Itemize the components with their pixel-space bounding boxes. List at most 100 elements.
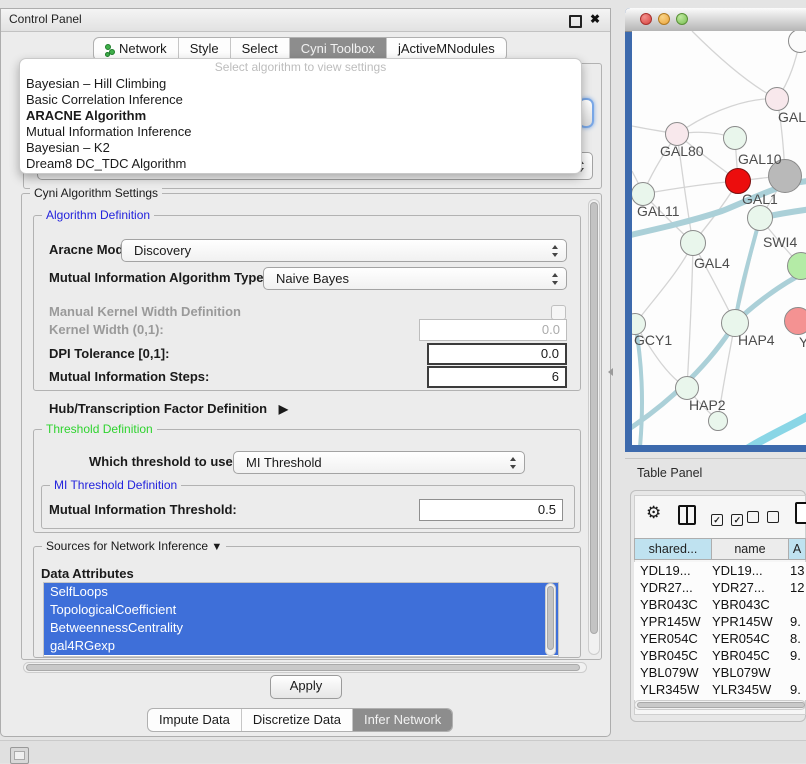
- which-threshold-value: MI Threshold: [246, 455, 322, 470]
- dpi-tolerance-field[interactable]: 0.0: [427, 343, 567, 365]
- combo-arrows-icon: [510, 457, 517, 469]
- tab-discretize-data[interactable]: Discretize Data: [242, 709, 353, 731]
- docked-panel-icon[interactable]: [10, 747, 29, 764]
- tab-label: Network: [119, 38, 167, 60]
- aracne-mode-combo[interactable]: Discovery: [121, 239, 567, 262]
- dropdown-item[interactable]: Bayesian – Hill Climbing: [20, 76, 581, 92]
- node-label: GAL: [778, 109, 806, 125]
- dropdown-item[interactable]: Bayesian – K2: [20, 140, 581, 156]
- tab-label: Infer Network: [364, 709, 441, 731]
- network-icon: [105, 44, 115, 55]
- tab-style[interactable]: Style: [179, 38, 231, 60]
- manual-kernel-checkbox[interactable]: [551, 305, 566, 320]
- checked-box-icon: ✓: [711, 514, 723, 526]
- which-threshold-label: Which threshold to use:: [89, 451, 237, 473]
- threshold-definition-title: Threshold Definition: [42, 422, 157, 436]
- mi-threshold-value: 0.5: [538, 502, 556, 517]
- combo-arrows-icon: [552, 245, 559, 257]
- settings-horizontal-scrollbar[interactable]: [23, 662, 587, 673]
- data-attributes-list[interactable]: SelfLoops TopologicalCoefficient Between…: [43, 582, 559, 657]
- select-all-checks-icon[interactable]: ✓ ✓: [711, 510, 743, 528]
- tab-label: Select: [242, 38, 278, 60]
- node-label: GAL80: [660, 143, 704, 159]
- settings-vertical-scrollbar[interactable]: [588, 199, 600, 655]
- list-item[interactable]: SelfLoops: [44, 583, 558, 601]
- node-label: SWI4: [763, 234, 797, 250]
- mi-type-combo[interactable]: Naive Bayes: [263, 267, 567, 290]
- zoom-traffic-light[interactable]: [676, 13, 688, 25]
- tab-label: Discretize Data: [253, 709, 341, 731]
- network-node[interactable]: [723, 126, 747, 150]
- dropdown-item[interactable]: Dream8 DC_TDC Algorithm: [20, 156, 581, 172]
- mi-type-value: Naive Bayes: [276, 271, 349, 286]
- table-rows[interactable]: YDL19...YDL19...13 YDR27...YDR27...12 YB…: [634, 562, 806, 700]
- network-node[interactable]: [680, 230, 706, 256]
- column-header-name[interactable]: name: [711, 538, 789, 560]
- column-header-shared[interactable]: shared...: [634, 538, 712, 560]
- tab-network[interactable]: Network: [94, 38, 179, 60]
- apply-button[interactable]: Apply: [270, 675, 342, 699]
- unchecked-box-icon: [747, 511, 759, 523]
- mi-type-label: Mutual Information Algorithm Type:: [49, 267, 268, 289]
- dropdown-item[interactable]: Mutual Information Inference: [20, 124, 581, 140]
- dropdown-placeholder: Select algorithm to view settings: [20, 59, 581, 76]
- list-item[interactable]: BetweennessCentrality: [44, 619, 558, 637]
- node-label: GAL1: [742, 191, 778, 207]
- hub-definition-toggle[interactable]: Hub/Transcription Factor Definition ▶: [49, 398, 288, 420]
- network-node[interactable]: [708, 411, 728, 431]
- gear-icon[interactable]: ⚙: [646, 503, 661, 523]
- network-node[interactable]: [765, 87, 789, 111]
- document-icon[interactable]: [795, 502, 806, 524]
- tab-label: Impute Data: [159, 709, 230, 731]
- columns-icon[interactable]: [678, 505, 696, 525]
- tab-jactivemnodules[interactable]: jActiveMNodules: [387, 38, 506, 60]
- list-item[interactable]: gal4RGexp: [44, 637, 558, 655]
- network-canvas[interactable]: GAL GAL80 GAL10 GAL1 GAL11 SWI4 GAL4 GCY…: [632, 31, 806, 445]
- tab-cyni-toolbox[interactable]: Cyni Toolbox: [290, 38, 387, 60]
- mi-threshold-field[interactable]: 0.5: [419, 499, 563, 521]
- mi-steps-field[interactable]: 6: [427, 366, 567, 388]
- expand-right-icon: ▶: [279, 402, 288, 416]
- dpi-tolerance-label: DPI Tolerance [0,1]:: [49, 343, 169, 365]
- network-window-titlebar[interactable]: [625, 8, 806, 32]
- mi-steps-value: 6: [552, 369, 559, 384]
- node-label: GAL10: [738, 151, 782, 167]
- tab-label: jActiveMNodules: [398, 38, 495, 60]
- dpi-tolerance-value: 0.0: [541, 346, 559, 361]
- hub-definition-label: Hub/Transcription Factor Definition: [49, 401, 267, 416]
- bottom-strip: [0, 740, 806, 763]
- column-header-third[interactable]: A: [788, 538, 806, 560]
- tab-infer-network[interactable]: Infer Network: [353, 709, 452, 731]
- dropdown-item-selected[interactable]: ARACNE Algorithm: [20, 108, 581, 124]
- attributes-scrollbar[interactable]: [545, 583, 556, 656]
- splitpane-handle-icon[interactable]: [608, 368, 613, 376]
- kernel-width-field[interactable]: 0.0: [419, 319, 567, 341]
- table-horizontal-scrollbar[interactable]: [634, 700, 806, 710]
- close-icon[interactable]: ✖: [590, 12, 600, 26]
- mi-threshold-label: Mutual Information Threshold:: [49, 499, 237, 521]
- kernel-width-label: Kernel Width (0,1):: [49, 319, 164, 341]
- table-panel-header: Table Panel: [625, 458, 806, 488]
- tab-select[interactable]: Select: [231, 38, 290, 60]
- network-node[interactable]: [784, 307, 806, 335]
- apply-label: Apply: [290, 678, 323, 693]
- combo-arrows-icon: [552, 273, 559, 285]
- network-node[interactable]: [747, 205, 773, 231]
- list-item[interactable]: TopologicalCoefficient: [44, 601, 558, 619]
- node-label: GCY1: [634, 332, 672, 348]
- kernel-width-value: 0.0: [542, 322, 560, 337]
- deselect-all-checks-icon[interactable]: [747, 510, 779, 528]
- tab-impute-data[interactable]: Impute Data: [148, 709, 242, 731]
- close-traffic-light[interactable]: [640, 13, 652, 25]
- minimize-traffic-light[interactable]: [658, 13, 670, 25]
- network-view-window: GAL GAL80 GAL10 GAL1 GAL11 SWI4 GAL4 GCY…: [625, 8, 806, 452]
- panel-title: Control Panel: [9, 12, 82, 26]
- sources-toggle[interactable]: Sources for Network Inference ▼: [42, 539, 226, 553]
- which-threshold-combo[interactable]: MI Threshold: [233, 451, 525, 474]
- checked-box-icon: ✓: [731, 514, 743, 526]
- float-panel-icon[interactable]: [569, 15, 582, 28]
- node-label: GAL4: [694, 255, 730, 271]
- aracne-mode-value: Discovery: [134, 243, 191, 258]
- tab-label: Style: [190, 38, 219, 60]
- dropdown-item[interactable]: Basic Correlation Inference: [20, 92, 581, 108]
